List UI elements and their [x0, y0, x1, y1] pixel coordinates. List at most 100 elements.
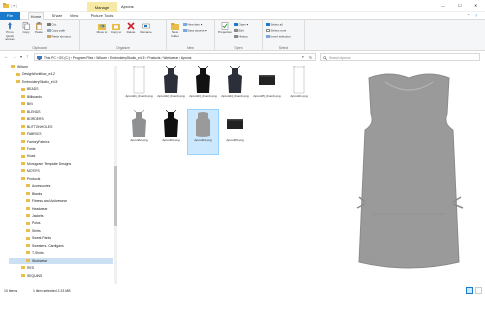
breadcrumb-item[interactable]: Wilcom	[96, 56, 107, 60]
address-bar[interactable]: This PC › OS (C:) › Program Files › Wilc…	[34, 53, 316, 61]
tree-item[interactable]: Polos	[9, 220, 113, 226]
nav-scrollbar-thumb[interactable]	[114, 166, 117, 226]
file-item[interactable]: Apron04.png	[187, 109, 219, 155]
tree-item[interactable]: MOTIFS	[9, 168, 113, 174]
easy-access-button[interactable]: Easy access ▾	[183, 29, 207, 33]
copy-button[interactable]: Copy	[20, 22, 32, 35]
tree-item[interactable]: Fonts	[9, 146, 113, 152]
search-box[interactable]: Search Aprons	[320, 53, 480, 61]
tree-item[interactable]: DesignWorkflow_e4.2	[9, 71, 113, 77]
tree-item[interactable]: T-Shirts	[9, 250, 113, 256]
cut-button[interactable]: Cut	[47, 23, 56, 27]
properties-button[interactable]: Properties	[217, 22, 233, 35]
breadcrumb-item[interactable]: Workwear	[163, 56, 178, 60]
select-none-button[interactable]: Select none	[266, 29, 286, 33]
breadcrumb-item[interactable]: Program Files	[73, 56, 94, 60]
forward-button[interactable]: →	[12, 54, 17, 60]
tree-item-label: BIN	[27, 102, 33, 107]
context-tab-manage[interactable]: Manage	[87, 2, 117, 12]
tree-item[interactable]: Sweaters- Cardigans	[9, 243, 113, 249]
paste-shortcut-button[interactable]: Paste shortcut	[47, 35, 71, 39]
tree-item[interactable]: BLENDS	[9, 109, 113, 115]
tree-item[interactable]: FABRICS	[9, 131, 113, 137]
copy-to-button[interactable]: Copy to	[110, 22, 122, 35]
nav-scrollbar-track[interactable]	[114, 66, 117, 284]
tree-item[interactable]: SEQUINS	[9, 273, 113, 279]
tree-item[interactable]: Headwear	[9, 206, 113, 212]
tree-item[interactable]: RES	[9, 265, 113, 271]
help-icon[interactable]: ?	[475, 13, 477, 18]
tree-item[interactable]: Fitness and Activewear	[9, 198, 113, 204]
folder-icon	[26, 236, 30, 240]
tree-item[interactable]: BORDERS	[9, 116, 113, 122]
file-item[interactable]: Apron03_thumb.png	[188, 65, 218, 110]
edit-button[interactable]: Edit	[234, 29, 244, 33]
details-view-button[interactable]	[466, 287, 473, 294]
file-name: Apron05.png	[226, 138, 244, 142]
file-item[interactable]: Apron04_thumb.png	[220, 65, 250, 110]
close-button[interactable]: ✕	[474, 3, 477, 8]
breadcrumb-item[interactable]: Products	[147, 56, 160, 60]
tree-item[interactable]: Shirts	[9, 228, 113, 234]
tree-item[interactable]: Monogram Template Designs	[9, 161, 113, 167]
tab-picture-tools[interactable]: Picture Tools	[85, 12, 119, 20]
delete-button[interactable]: Delete	[125, 22, 137, 35]
copy-path-button[interactable]: Copy path	[47, 29, 65, 33]
tree-item[interactable]: Blanks	[9, 191, 113, 197]
maximize-button[interactable]: ☐	[458, 3, 462, 8]
minimize-button[interactable]: —	[441, 3, 445, 8]
breadcrumb-item[interactable]: EmbroideryStudio_e4.5	[110, 56, 144, 60]
new-folder-icon	[171, 23, 179, 30]
tree-item[interactable]: Jackets	[9, 213, 113, 219]
breadcrumb-item[interactable]: OS (C:)	[59, 56, 70, 60]
tree-item[interactable]: Products	[9, 176, 113, 182]
file-item[interactable]: Apron02.png	[124, 109, 154, 154]
move-to-button[interactable]: Move to	[96, 22, 108, 35]
invert-selection-button[interactable]: Invert selection	[266, 35, 291, 39]
quick-access-toolbar[interactable]: | ▾ |	[11, 3, 17, 8]
tree-item[interactable]: BIN	[9, 101, 113, 107]
file-item[interactable]: Apron02_thumb.png	[156, 65, 186, 110]
tree-item[interactable]: Kiosk	[9, 153, 113, 159]
breadcrumb-item[interactable]: This PC	[44, 56, 56, 60]
tab-share[interactable]: Share	[49, 12, 65, 20]
tree-item[interactable]: Workwear	[9, 257, 113, 264]
file-item[interactable]: Apron01.png	[284, 65, 314, 110]
folder-icon	[21, 266, 25, 270]
tree-item[interactable]: Sweat Pants	[9, 235, 113, 241]
select-group: Select all Select none Invert selection …	[263, 20, 305, 51]
tree-item[interactable]: BEADS	[9, 86, 113, 92]
tab-view[interactable]: View	[66, 12, 82, 20]
tree-item[interactable]: FactoryFabrics	[9, 139, 113, 145]
rename-button[interactable]: Rename	[139, 22, 153, 35]
collapse-ribbon-icon[interactable]: ⌃	[467, 13, 470, 18]
tree-item[interactable]: Billboards	[9, 94, 113, 100]
file-item[interactable]: Apron03.png	[156, 109, 186, 154]
tree-item[interactable]: Accessories	[9, 183, 113, 189]
paste-button[interactable]: Paste	[33, 22, 45, 35]
open-button[interactable]: Open ▾	[234, 23, 248, 27]
folder-icon	[26, 258, 30, 262]
file-item[interactable]: Apron05.png	[220, 110, 250, 154]
folder-icon	[16, 80, 20, 84]
back-button[interactable]: ←	[4, 54, 9, 60]
tree-item[interactable]: BUTTONHOLES	[9, 124, 113, 130]
pin-quick-access-button[interactable]: Pin to Quick access	[2, 22, 18, 42]
breadcrumb-item[interactable]: Aprons	[181, 56, 191, 60]
folder-icon	[26, 191, 30, 195]
address-dropdown-icon[interactable]: ▾	[302, 55, 304, 59]
new-folder-button[interactable]: New folder	[169, 22, 181, 38]
tree-item[interactable]: EmbroideryStudio_e4.5	[9, 79, 113, 85]
file-item[interactable]: Apron01_thumb.png	[124, 65, 154, 110]
large-icons-view-button[interactable]	[475, 287, 482, 294]
new-item-button[interactable]: New item ▾	[183, 23, 202, 27]
select-all-button[interactable]: Select all	[266, 23, 283, 27]
tab-home[interactable]: Home	[28, 12, 44, 20]
file-item[interactable]: Apron05_thumb.png	[252, 66, 282, 110]
recent-locations-button[interactable]: ▾	[20, 54, 22, 59]
refresh-button[interactable]: ↻	[309, 55, 312, 60]
tab-file[interactable]: File	[0, 12, 20, 20]
history-button[interactable]: History	[234, 35, 248, 39]
up-button[interactable]: ↑	[26, 54, 29, 60]
tree-item[interactable]: Wilcom	[9, 64, 113, 70]
